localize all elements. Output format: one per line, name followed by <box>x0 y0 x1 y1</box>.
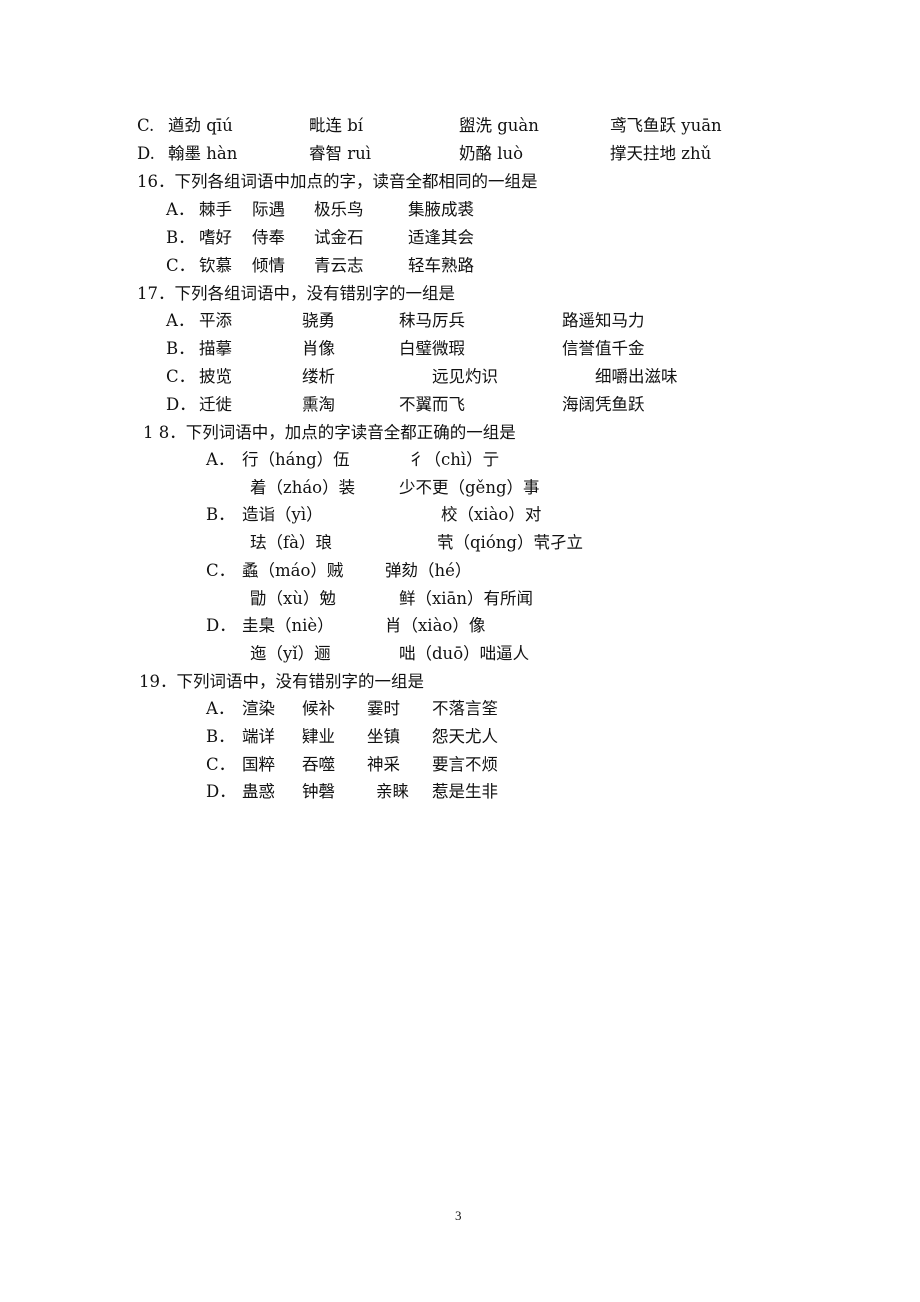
option-item: 际遇 <box>252 200 285 219</box>
option-item: 适逢其会 <box>408 228 474 247</box>
option-item: 遒劲 qīú <box>168 116 233 135</box>
option-label: C． <box>166 256 196 275</box>
option-item: 披览 <box>199 367 232 386</box>
option-item: 勖（xù）勉 <box>250 589 336 608</box>
option-item: 校（xiào）对 <box>441 505 542 524</box>
option-label: B． <box>206 727 235 746</box>
page-number: 3 <box>455 1208 462 1223</box>
option-item: 咄（duō）咄逼人 <box>399 644 530 663</box>
option-item: 彳（chì）亍 <box>408 450 500 469</box>
q18-stem: 1 8．下列词语中，加点的字读音全都正确的一组是 <box>143 423 516 442</box>
option-item: 描摹 <box>199 339 232 358</box>
option-item: 盥洗 guàn <box>459 116 539 135</box>
option-item: 试金石 <box>314 228 364 247</box>
option-item: 造诣（yì） <box>242 505 323 524</box>
option-item: 不翼而飞 <box>399 395 465 414</box>
q19-stem: 19．下列词语中，没有错别字的一组是 <box>139 672 424 691</box>
option-item: 渲染 <box>242 699 275 718</box>
option-item: 坐镇 <box>367 727 400 746</box>
option-item: 少不更（gěng）事 <box>399 478 540 497</box>
q17-stem: 17．下列各组词语中，没有错别字的一组是 <box>137 284 455 303</box>
option-item: 惹是生非 <box>432 782 498 801</box>
option-item: 细嚼出滋味 <box>595 367 678 386</box>
option-item: 霎时 <box>367 699 400 718</box>
option-label: C． <box>206 755 236 774</box>
q16-stem: 16．下列各组词语中加点的字，读音全都相同的一组是 <box>137 172 538 191</box>
option-item: 嗜好 <box>199 228 232 247</box>
option-item: 着（zháo）装 <box>250 478 356 497</box>
option-item: 钦慕 <box>199 256 232 275</box>
option-label: C． <box>206 561 236 580</box>
option-item: 茕（qióng）茕孑立 <box>437 533 583 552</box>
option-item: 端详 <box>242 727 275 746</box>
option-item: 极乐鸟 <box>314 200 364 219</box>
option-item: 路遥知马力 <box>562 311 645 330</box>
option-item: 肖（xiào）像 <box>385 616 486 635</box>
option-item: 蟊（máo）贼 <box>242 561 344 580</box>
option-item: 缕析 <box>302 367 335 386</box>
option-item: 国粹 <box>242 755 275 774</box>
option-item: 轻车熟路 <box>408 256 474 275</box>
option-label: C. <box>137 116 155 135</box>
option-item: 熏淘 <box>302 395 335 414</box>
option-label: A． <box>166 311 195 330</box>
option-label: B． <box>166 228 195 247</box>
option-item: 骁勇 <box>302 311 335 330</box>
option-label: D． <box>206 782 236 801</box>
option-item: 集腋成裘 <box>408 200 474 219</box>
option-item: 海阔凭鱼跃 <box>562 395 645 414</box>
option-item: 钟磬 <box>302 782 335 801</box>
option-label: A． <box>206 450 235 469</box>
option-label: C． <box>166 367 196 386</box>
option-item: 肄业 <box>302 727 335 746</box>
option-label: B． <box>206 505 235 524</box>
option-item: 秣马厉兵 <box>399 311 465 330</box>
option-item: 神采 <box>367 755 400 774</box>
option-item: 要言不烦 <box>432 755 498 774</box>
option-label: B． <box>166 339 195 358</box>
option-item: 鸢飞鱼跃 yuān <box>610 116 722 135</box>
option-item: 行（háng）伍 <box>242 450 350 469</box>
option-item: 怨天尤人 <box>432 727 498 746</box>
option-item: 奶酪 luò <box>459 144 524 163</box>
option-label: A． <box>206 699 235 718</box>
option-item: 平添 <box>199 311 232 330</box>
option-item: 吞噬 <box>302 755 335 774</box>
option-item: 鲜（xiān）有所闻 <box>399 589 534 608</box>
option-item: 蛊惑 <box>242 782 275 801</box>
option-item: 毗连 bí <box>309 116 364 135</box>
option-label: A． <box>166 200 195 219</box>
option-item: 珐（fà）琅 <box>250 533 332 552</box>
option-item: 翰墨 hàn <box>168 144 238 163</box>
option-label: D． <box>166 395 196 414</box>
option-item: 撑天拄地 zhǔ <box>610 144 712 163</box>
option-item: 候补 <box>302 699 335 718</box>
option-item: 侍奉 <box>252 228 285 247</box>
option-item: 远见灼识 <box>432 367 498 386</box>
option-item: 睿智 ruì <box>309 144 372 163</box>
option-item: 不落言筌 <box>432 699 498 718</box>
option-item: 棘手 <box>199 200 232 219</box>
option-item: 迤（yǐ）逦 <box>250 644 331 663</box>
option-item: 肖像 <box>302 339 335 358</box>
option-label: D. <box>137 144 155 163</box>
option-label: D． <box>206 616 236 635</box>
option-item: 弹劾（hé） <box>385 561 472 580</box>
option-item: 白璧微瑕 <box>399 339 465 358</box>
option-item: 迁徙 <box>199 395 232 414</box>
option-item: 信誉值千金 <box>562 339 645 358</box>
option-item: 圭臬（niè） <box>242 616 334 635</box>
option-item: 亲睐 <box>376 782 409 801</box>
option-item: 倾情 <box>252 256 285 275</box>
option-item: 青云志 <box>314 256 364 275</box>
